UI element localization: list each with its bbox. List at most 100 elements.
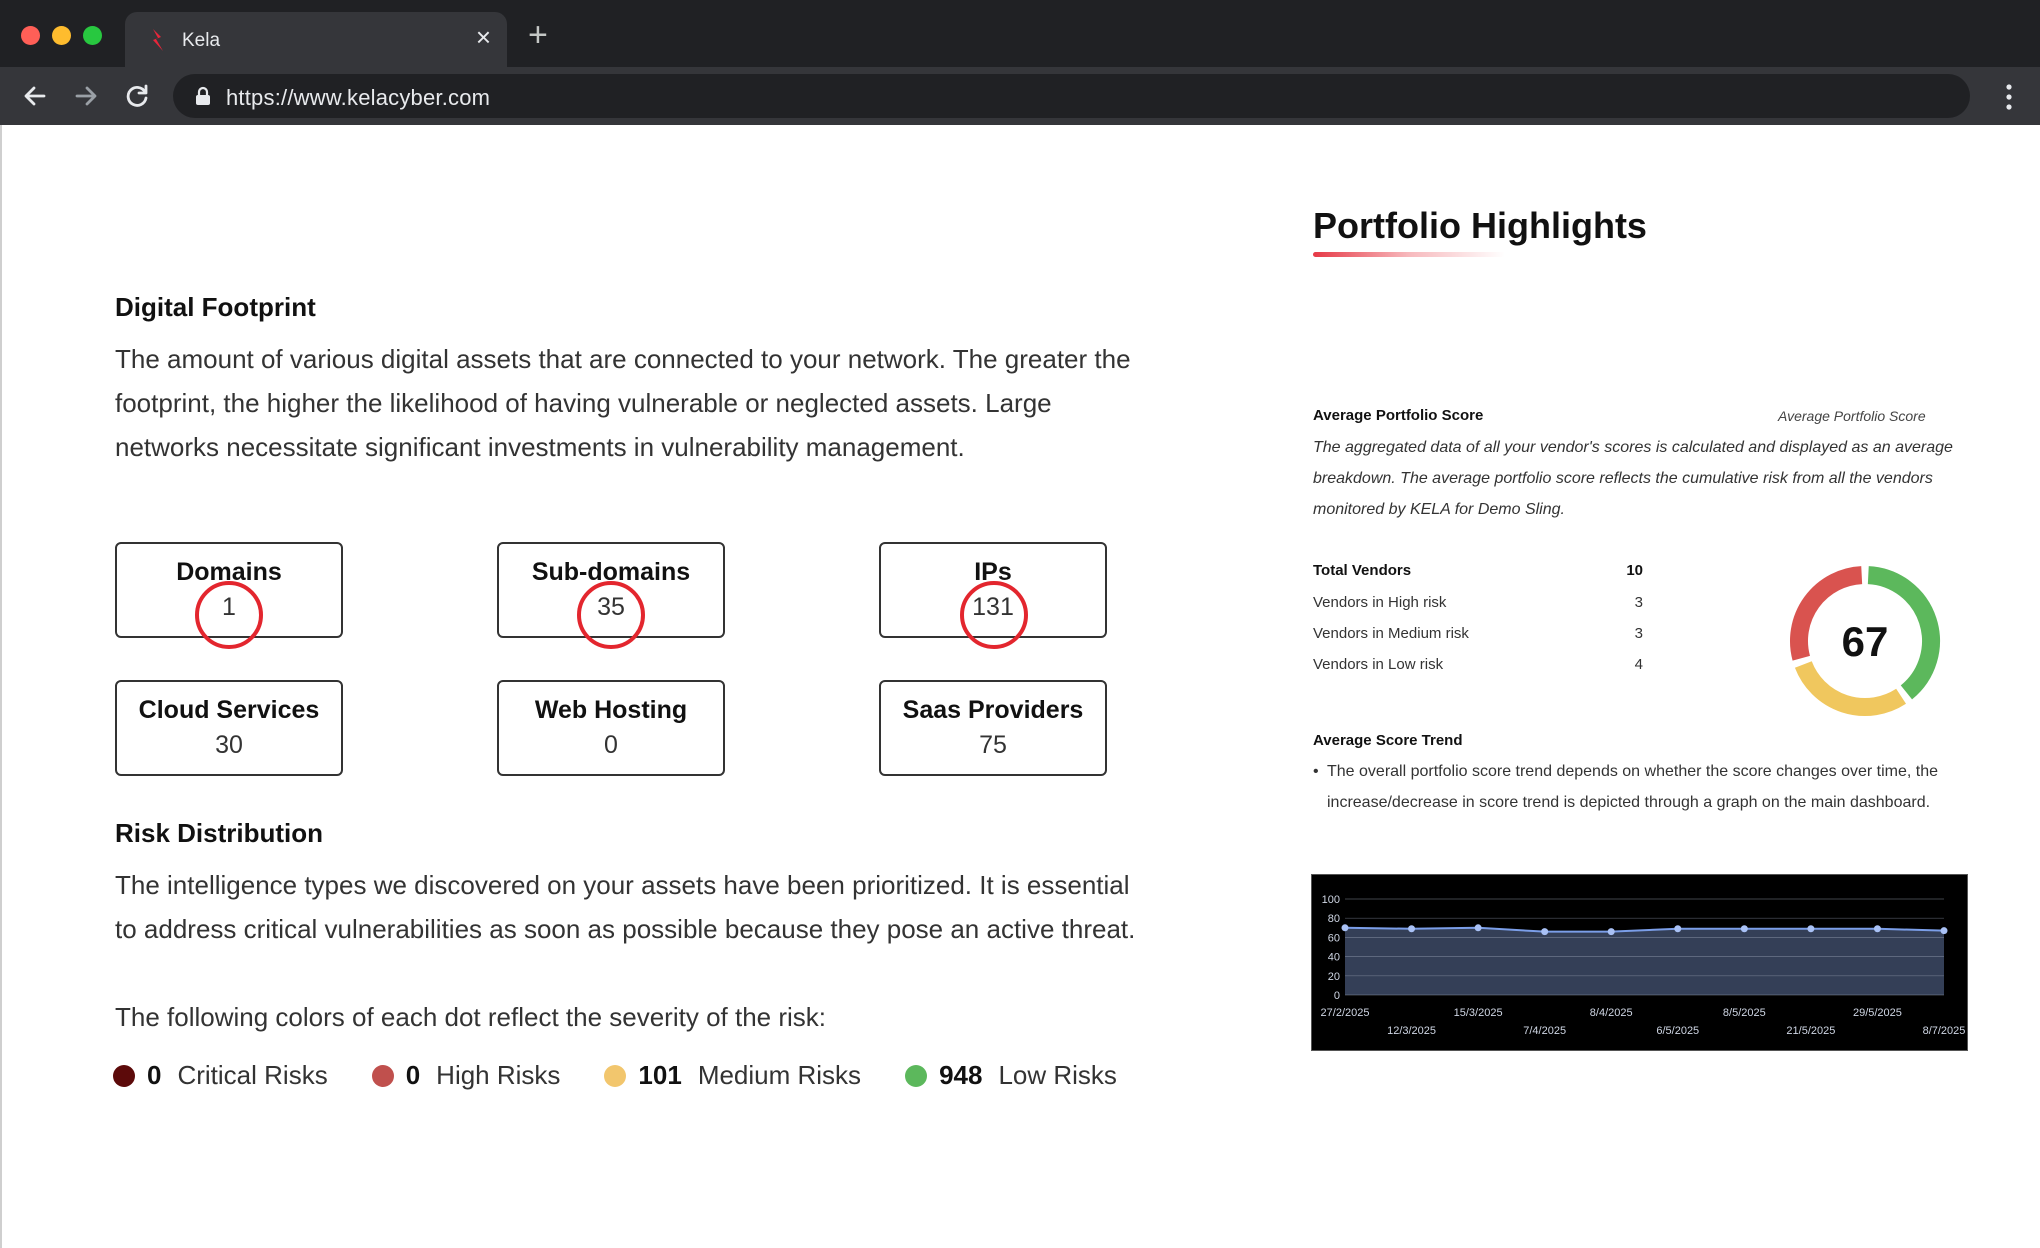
trend-point xyxy=(1541,928,1549,936)
trend-chart-svg: 0 20 40 60 80 100 27/2/2025 12/3/2025 15/3/2025 7… xyxy=(1321,894,1966,1037)
tab-bar: Kela × + xyxy=(0,0,2040,67)
asset-value: 30 xyxy=(215,731,243,759)
risk-distribution-description: The intelligence types we discovered on … xyxy=(115,870,1136,944)
minimize-window-button[interactable] xyxy=(52,26,71,45)
asset-card-cloud-services: Cloud Services 30 xyxy=(115,680,343,776)
x-tick-label: 7/4/2025 xyxy=(1523,1025,1566,1037)
risk-count: 0 xyxy=(147,1060,162,1090)
risk-legend-intro: The following colors of each dot reflect… xyxy=(115,1002,827,1032)
x-tick-label: 27/2/2025 xyxy=(1321,1007,1370,1019)
y-tick-label: 0 xyxy=(1334,990,1340,1002)
score-donut: 67 xyxy=(1790,566,1940,716)
browser-toolbar: https://www.kelacyber.com xyxy=(0,67,2040,125)
y-tick-label: 100 xyxy=(1322,894,1340,906)
vendor-row-total: Total Vendors 10 xyxy=(1313,562,1643,579)
vendor-value: 3 xyxy=(1634,625,1643,642)
x-tick-label: 29/5/2025 xyxy=(1853,1007,1902,1019)
lock-icon xyxy=(196,86,210,105)
vendor-label: Total Vendors xyxy=(1313,562,1412,579)
trend-point xyxy=(1873,925,1881,933)
trend-description: The overall portfolio score trend depend… xyxy=(1327,763,1939,811)
avg-score-description: The aggregated data of all your vendor's… xyxy=(1313,439,1953,518)
asset-label: Saas Providers xyxy=(902,696,1084,724)
x-tick-label: 21/5/2025 xyxy=(1786,1025,1835,1037)
y-tick-label: 40 xyxy=(1328,952,1340,964)
risk-count: 101 xyxy=(638,1060,682,1090)
vendor-row-low: Vendors in Low risk 4 xyxy=(1313,656,1643,673)
risk-label: High Risks xyxy=(436,1060,561,1090)
y-tick-label: 80 xyxy=(1328,913,1340,925)
forward-arrow-icon[interactable] xyxy=(71,81,101,111)
risk-item-low: 948 Low Risks xyxy=(905,1060,1117,1091)
vendor-value: 3 xyxy=(1634,594,1643,611)
trend-point xyxy=(1740,925,1748,933)
trend-point xyxy=(1474,924,1482,932)
risk-legend: 0 Critical Risks 0 High Risks 101 Medium… xyxy=(113,1060,1161,1091)
score-trend-chart: 0 20 40 60 80 100 27/2/2025 12/3/2025 15/3/2025 7… xyxy=(1311,874,1968,1051)
vendor-value: 4 xyxy=(1634,656,1643,673)
vendor-label: Vendors in Low risk xyxy=(1313,656,1444,673)
x-tick-label: 8/7/2025 xyxy=(1923,1025,1966,1037)
risk-label: Critical Risks xyxy=(177,1060,328,1090)
highlight-circle-ips xyxy=(960,581,1028,649)
tab-title: Kela xyxy=(182,30,221,51)
vendor-row-medium: Vendors in Medium risk 3 xyxy=(1313,625,1643,642)
trend-point xyxy=(1940,927,1948,935)
risk-label: Medium Risks xyxy=(697,1060,862,1090)
x-tick-label: 6/5/2025 xyxy=(1656,1025,1699,1037)
asset-label: Cloud Services xyxy=(138,696,320,724)
digital-footprint-heading: Digital Footprint xyxy=(115,292,316,322)
trend-area xyxy=(1345,927,1944,995)
x-tick-label: 8/4/2025 xyxy=(1590,1007,1633,1019)
risk-count: 948 xyxy=(939,1060,983,1090)
asset-card-web-hosting: Web Hosting 0 xyxy=(497,680,725,776)
vendor-label: Vendors in High risk xyxy=(1313,594,1447,611)
trend-point xyxy=(1674,925,1682,933)
asset-card-saas-providers: Saas Providers 75 xyxy=(879,680,1107,776)
risk-item-medium: 101 Medium Risks xyxy=(604,1060,861,1091)
low-dot-icon xyxy=(905,1064,928,1087)
back-arrow-icon[interactable] xyxy=(20,81,50,111)
highlight-circle-sub-domains xyxy=(577,581,645,649)
kela-favicon-icon xyxy=(153,29,163,51)
risk-distribution-heading: Risk Distribution xyxy=(115,818,324,848)
trend-heading: Average Score Trend xyxy=(1313,732,1463,749)
trend-description-block: • The overall portfolio score trend depe… xyxy=(1313,756,1973,818)
bullet-glyph: • xyxy=(1313,763,1319,780)
maximize-window-button[interactable] xyxy=(83,26,102,45)
asset-value: 0 xyxy=(604,731,618,759)
medium-dot-icon xyxy=(604,1064,627,1087)
x-tick-label: 12/3/2025 xyxy=(1387,1025,1436,1037)
risk-item-high: 0 High Risks xyxy=(371,1060,561,1091)
x-tick-label: 8/5/2025 xyxy=(1723,1007,1766,1019)
trend-point xyxy=(1341,924,1349,932)
url-text: https://www.kelacyber.com xyxy=(226,85,491,110)
asset-label: Web Hosting xyxy=(534,696,688,724)
risk-label: Low Risks xyxy=(998,1060,1117,1090)
risk-item-critical: 0 Critical Risks xyxy=(113,1060,328,1091)
risk-count: 0 xyxy=(405,1060,421,1090)
trend-point xyxy=(1408,925,1416,933)
browser-tab[interactable]: Kela × xyxy=(125,12,507,67)
score-value: 67 xyxy=(1842,618,1889,665)
critical-dot-icon xyxy=(113,1064,135,1087)
browser-menu-icon[interactable] xyxy=(2006,84,2012,110)
donut-segment-medium xyxy=(1794,660,1906,716)
avg-score-heading: Average Portfolio Score xyxy=(1313,407,1484,424)
address-bar[interactable]: https://www.kelacyber.com xyxy=(173,74,1970,118)
tab-close-icon[interactable]: × xyxy=(476,24,491,50)
trend-point xyxy=(1807,925,1815,933)
y-tick-label: 60 xyxy=(1328,932,1340,944)
browser-window: Kela × + https://www.kelacyber.com Digit… xyxy=(0,0,2040,1248)
new-tab-button[interactable]: + xyxy=(528,18,548,52)
reload-icon[interactable] xyxy=(122,81,152,111)
highlight-circle-domains xyxy=(195,581,263,649)
vendor-value: 10 xyxy=(1626,562,1643,579)
vendor-label: Vendors in Medium risk xyxy=(1313,625,1469,642)
y-tick-label: 20 xyxy=(1328,971,1340,983)
close-window-button[interactable] xyxy=(21,26,40,45)
donut-caption: Average Portfolio Score xyxy=(1778,408,1926,424)
x-tick-label: 15/3/2025 xyxy=(1454,1007,1503,1019)
digital-footprint-description: The amount of various digital assets tha… xyxy=(115,344,1131,462)
trend-point xyxy=(1607,928,1615,936)
